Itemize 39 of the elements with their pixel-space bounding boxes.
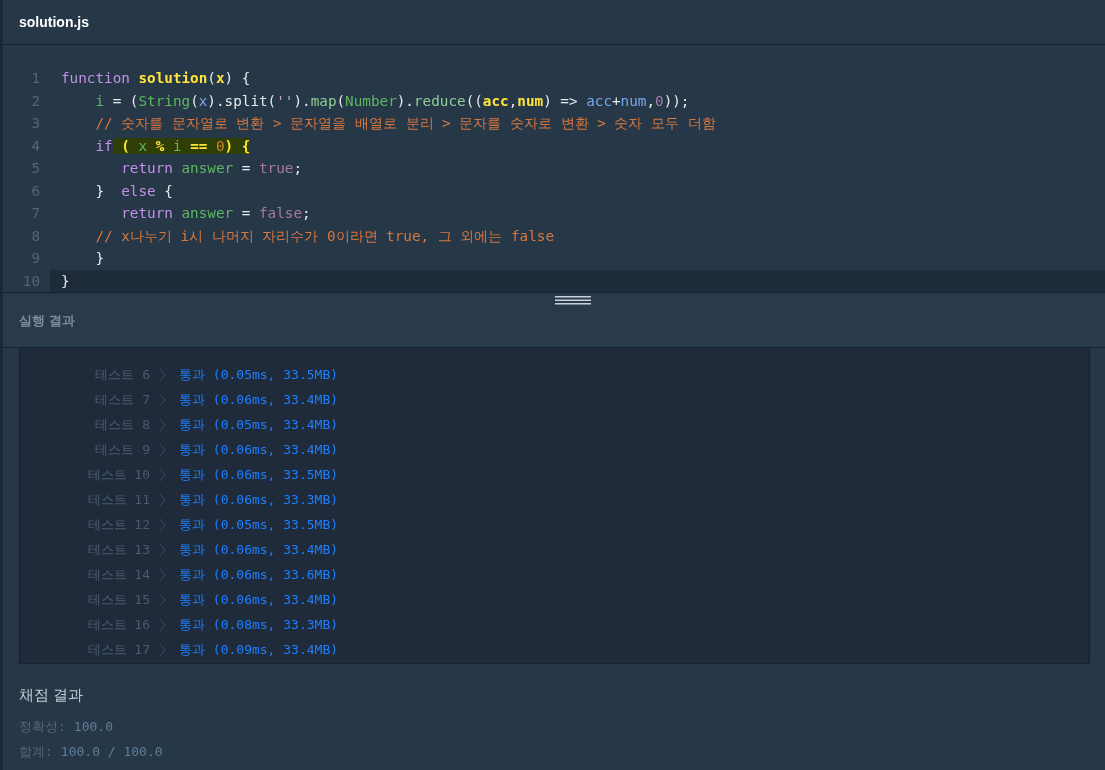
code-line: } else {	[94, 181, 174, 201]
chevron-icon	[159, 592, 166, 607]
chevron-icon	[159, 642, 166, 657]
chevron-icon	[159, 417, 166, 432]
code-line: }	[94, 249, 106, 268]
test-result: 통과 (0.08ms, 33.3MB)	[179, 615, 339, 634]
file-name-tab[interactable]: solution.js	[19, 14, 89, 30]
test-result: 통과 (0.06ms, 33.4MB)	[179, 590, 339, 609]
test-result: 통과 (0.06ms, 33.6MB)	[179, 565, 339, 584]
test-result: 통과 (0.06ms, 33.4MB)	[179, 440, 339, 459]
chevron-icon	[159, 442, 166, 457]
test-result: 통과 (0.06ms, 33.5MB)	[179, 465, 339, 484]
chevron-icon	[159, 392, 166, 407]
code-line: return answer = false;	[120, 204, 312, 223]
chevron-icon	[159, 542, 166, 557]
test-result: 통과 (0.06ms, 33.3MB)	[179, 490, 339, 509]
test-result: 통과 (0.09ms, 33.4MB)	[179, 640, 339, 659]
code-line: // x나누기 i시 나머지 자리수가 0이라면 true, 그 외에는 false	[94, 226, 555, 246]
chevron-icon	[159, 567, 166, 582]
test-result: 통과 (0.06ms, 33.4MB)	[179, 540, 339, 559]
code-line: // 숫자를 문자열로 변환 > 문자열을 배열로 분리 > 문자를 숫자로 변환 > 숫자 모두 더함	[94, 114, 717, 133]
code-line: i = (String(x).split('').map(Number).reduce((acc,num) => acc+num,0));	[94, 91, 691, 111]
test-result: 통과 (0.05ms, 33.4MB)	[179, 415, 339, 434]
test-result: 통과 (0.06ms, 33.4MB)	[179, 390, 339, 409]
chevron-icon	[159, 492, 166, 507]
chevron-icon	[159, 517, 166, 532]
results-title: 실행 결과	[19, 312, 75, 330]
test-result: 통과 (0.05ms, 33.5MB)	[179, 515, 339, 534]
chevron-icon	[159, 617, 166, 632]
chevron-icon	[159, 467, 166, 482]
resize-handle-icon[interactable]	[555, 295, 591, 305]
code-line: if ( x % i == 0) {	[94, 136, 252, 156]
chevron-icon	[159, 367, 166, 382]
test-result: 통과 (0.05ms, 33.5MB)	[179, 365, 339, 384]
grading-title: 채점 결과	[19, 686, 85, 705]
code-line: function solution(x) {	[60, 69, 252, 88]
accuracy-value: 100.0	[73, 719, 113, 734]
total-value: 100.0 / 100.0	[60, 744, 163, 759]
code-line: return answer = true;	[120, 159, 304, 178]
